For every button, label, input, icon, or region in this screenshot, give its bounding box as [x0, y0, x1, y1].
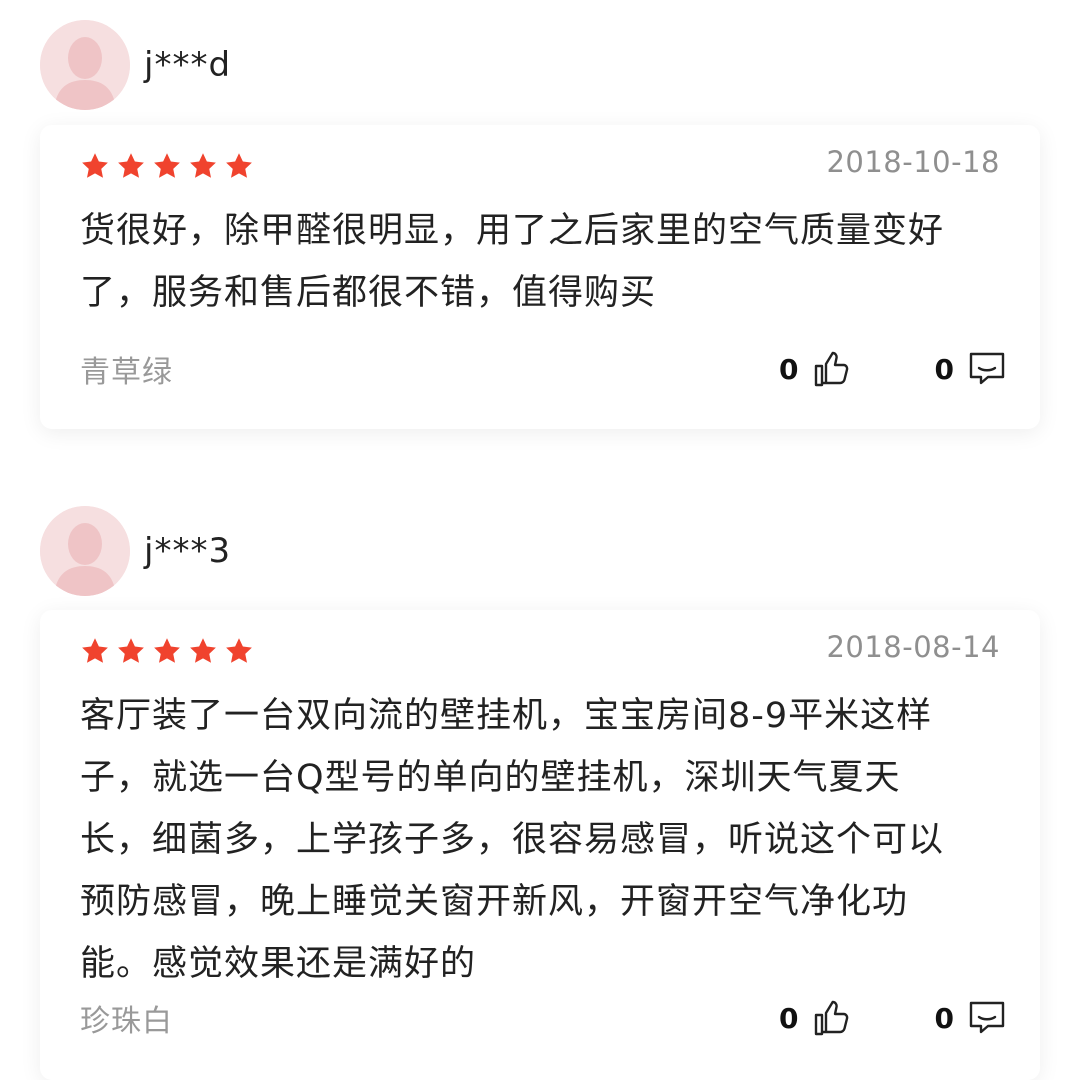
like-button[interactable]: 0 — [779, 998, 850, 1038]
star-icon — [190, 153, 216, 178]
review-item: j***d 2018-10-18 货很好，除甲醛很明显，用了之后家里的空气质量变… — [0, 0, 1080, 470]
rating-stars — [80, 151, 260, 181]
like-count: 0 — [779, 352, 799, 386]
product-variant: 青草绿 — [80, 355, 173, 390]
comment-count: 0 — [934, 352, 954, 386]
star-icon — [154, 153, 180, 178]
product-variant: 珍珠白 — [80, 1004, 173, 1039]
review-date: 2018-08-14 — [826, 630, 1000, 664]
review-text-line: 客厅装了一台双向流的壁挂机，宝宝房间8-9平米这样 — [80, 696, 933, 736]
like-button[interactable]: 0 — [779, 349, 850, 389]
review-text-line: 货很好，除甲醛很明显，用了之后家里的空气质量变好 — [80, 211, 945, 251]
star-icon — [226, 638, 252, 663]
reviewer-row: j***d — [40, 20, 231, 110]
rating-stars — [80, 636, 260, 666]
review-date: 2018-10-18 — [826, 145, 1000, 179]
review-text-line: 能。感觉效果还是满好的 — [80, 944, 477, 984]
review-text: 客厅装了一台双向流的壁挂机，宝宝房间8-9平米这样 子，就选一台Q型号的单向的壁… — [80, 685, 1000, 995]
default-avatar-icon — [40, 20, 130, 110]
star-icon — [154, 638, 180, 663]
star-icon — [82, 153, 108, 178]
review-text: 货很好，除甲醛很明显，用了之后家里的空气质量变好 了，服务和售后都很不错，值得购… — [80, 200, 1000, 324]
review-footer: 珍珠白 0 0 — [80, 996, 1008, 1040]
thumbs-up-icon — [811, 998, 851, 1038]
reviewer-row: j***3 — [40, 506, 231, 596]
review-text-line: 子，就选一台Q型号的单向的壁挂机，深圳天气夏天 — [80, 758, 901, 798]
thumbs-up-icon — [811, 349, 851, 389]
review-item: j***3 2018-08-14 客厅装了一台双向流的壁挂机，宝宝房间8-9平米… — [0, 486, 1080, 1080]
reviewer-name: j***3 — [144, 531, 232, 571]
review-text-line: 长，细菌多，上学孩子多，很容易感冒，听说这个可以 — [80, 820, 945, 860]
review-card: 2018-08-14 客厅装了一台双向流的壁挂机，宝宝房间8-9平米这样 子，就… — [40, 610, 1040, 1080]
star-icon — [118, 638, 144, 663]
comment-button[interactable]: 0 — [935, 999, 1008, 1037]
review-card: 2018-10-18 货很好，除甲醛很明显，用了之后家里的空气质量变好 了，服务… — [40, 125, 1040, 429]
star-icon — [118, 153, 144, 178]
star-icon — [190, 638, 216, 663]
star-icon — [82, 638, 108, 663]
review-text-line: 了，服务和售后都很不错，值得购买 — [80, 273, 657, 313]
default-avatar-icon — [40, 506, 130, 596]
comment-icon — [966, 999, 1008, 1037]
reviewer-name: j***d — [144, 45, 232, 85]
like-count: 0 — [779, 1001, 799, 1035]
star-icon — [226, 153, 252, 178]
comment-count: 0 — [934, 1001, 954, 1035]
review-text-line: 预防感冒，晚上睡觉关窗开新风，开窗开空气净化功 — [80, 882, 909, 922]
comment-icon — [966, 350, 1008, 388]
comment-button[interactable]: 0 — [935, 350, 1008, 388]
review-footer: 青草绿 0 0 — [80, 347, 1008, 391]
